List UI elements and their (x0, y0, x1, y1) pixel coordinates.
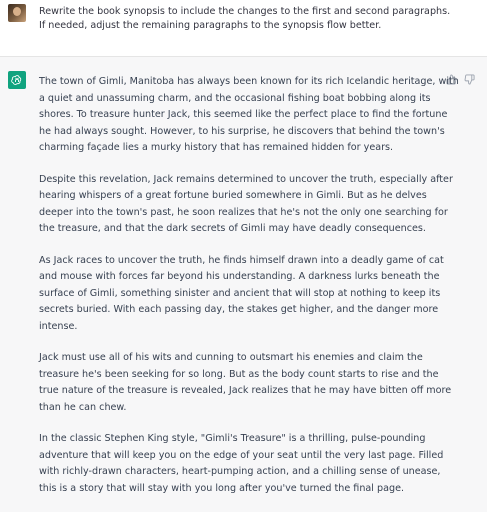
assistant-message-text: The town of Gimli, Manitoba has always b… (39, 74, 459, 512)
answer-paragraph-5: In the classic Stephen King style, "Giml… (39, 433, 444, 494)
answer-paragraph-1: The town of Gimli, Manitoba has always b… (39, 76, 459, 153)
answer-paragraph-4: Jack must use all of his wits and cunnin… (39, 352, 452, 413)
openai-logo-icon (8, 71, 26, 89)
thumbs-down-icon[interactable] (463, 73, 475, 85)
user-avatar (8, 4, 26, 22)
user-message-text: Rewrite the book synopsis to include the… (39, 6, 451, 31)
answer-paragraph-3: As Jack races to uncover the truth, he f… (39, 254, 444, 332)
answer-paragraph-2: Despite this revelation, Jack remains de… (39, 173, 453, 235)
assistant-message-row: The town of Gimli, Manitoba has always b… (0, 57, 487, 494)
user-avatar-face (13, 7, 21, 16)
user-message-row: Rewrite the book synopsis to include the… (0, 0, 487, 57)
